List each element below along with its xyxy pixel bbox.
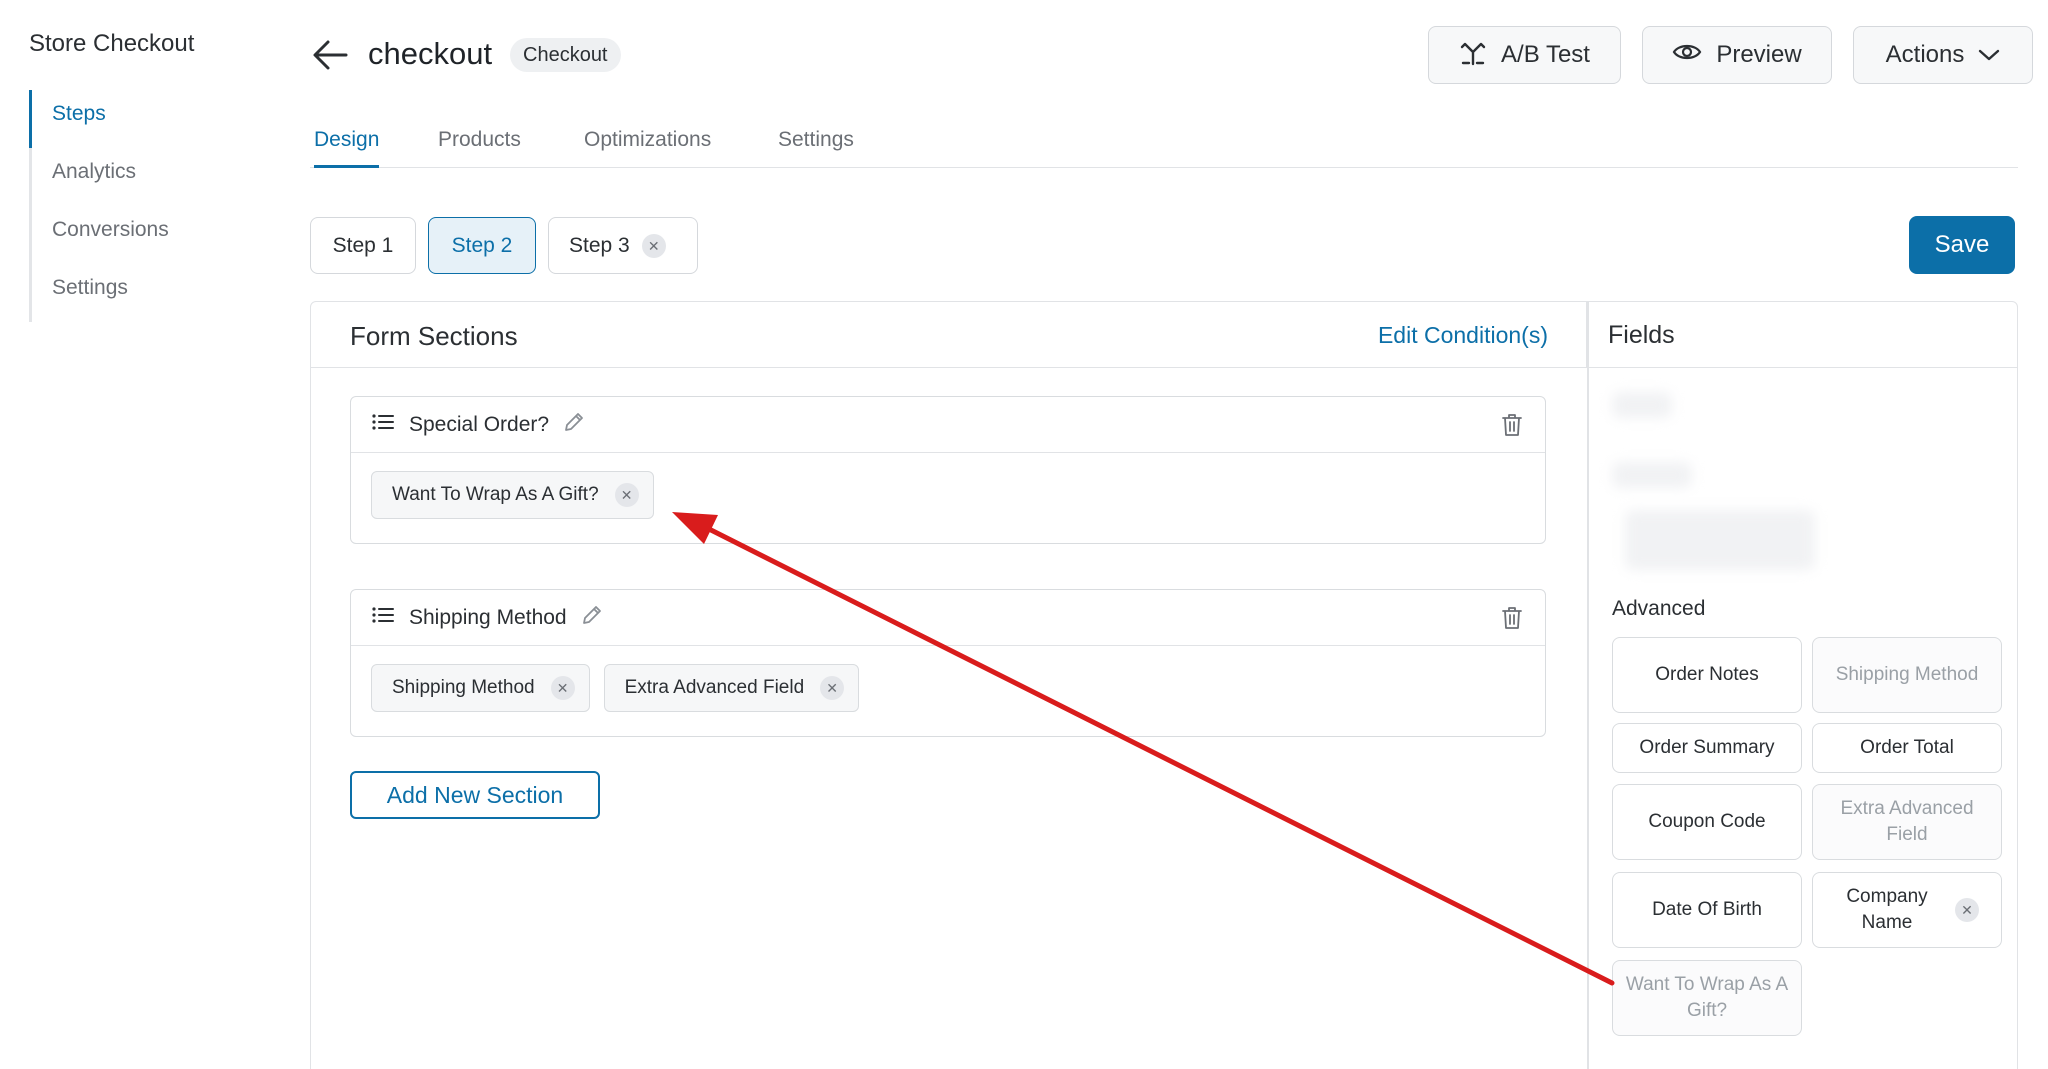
sidebar-item-steps[interactable]: Steps [29,90,229,148]
step-1-pill[interactable]: Step 1 [310,217,416,274]
field-chip-gift-wrap[interactable]: Want To Wrap As A Gift? ✕ [371,471,654,519]
sidebar-item-analytics[interactable]: Analytics [29,148,229,206]
drag-handle-icon[interactable] [371,605,395,630]
field-chip-extra-advanced[interactable]: Extra Advanced Field ✕ [603,664,860,712]
pencil-icon[interactable] [563,411,585,438]
field-label: Company Name [1846,886,1928,933]
close-icon[interactable]: ✕ [1955,898,1979,922]
ab-test-label: A/B Test [1501,41,1590,68]
page-title: checkout [368,36,493,71]
section-body: Want To Wrap As A Gift? ✕ [351,453,1545,543]
chevron-down-icon [1978,41,2000,69]
preview-button[interactable]: Preview [1642,26,1832,84]
field-coupon-code[interactable]: Coupon Code [1612,784,1802,860]
trash-icon[interactable] [1501,606,1523,635]
field-extra-advanced: Extra Advanced Field [1812,784,2002,860]
chip-label: Want To Wrap As A Gift? [392,484,599,505]
section-name: Shipping Method [409,605,567,629]
drag-handle-icon[interactable] [371,412,395,437]
store-title: Store Checkout [29,30,195,57]
field-shipping-method: Shipping Method [1812,637,2002,713]
close-icon[interactable]: ✕ [550,676,575,700]
step-2-pill[interactable]: Step 2 [428,217,536,274]
status-badge: Checkout [510,38,621,72]
step-label: Step 3 [569,233,630,257]
trash-icon[interactable] [1501,413,1523,442]
close-icon[interactable]: ✕ [641,233,666,258]
edit-conditions-link[interactable]: Edit Condition(s) [1378,322,1548,349]
field-order-notes[interactable]: Order Notes [1612,637,1802,713]
form-section-shipping-method: Shipping Method Shipping Method ✕ Extra … [350,589,1546,737]
save-button[interactable]: Save [1909,216,2015,274]
sidebar-item-conversions[interactable]: Conversions [29,206,229,264]
tab-products[interactable]: Products [438,128,521,168]
form-section-special-order: Special Order? Want To Wrap As A Gift? ✕ [350,396,1546,544]
field-gift-wrap: Want To Wrap As A Gift? [1612,960,1802,1036]
section-header: Shipping Method [351,590,1545,646]
section-body: Shipping Method ✕ Extra Advanced Field ✕ [351,646,1545,736]
tab-design[interactable]: Design [314,128,380,168]
blurred-field [1625,510,1815,570]
step-label: Step 2 [451,233,513,257]
advanced-label: Advanced [1612,597,1706,620]
sidebar-nav: Steps Analytics Conversions Settings [29,90,229,322]
add-new-section-button[interactable]: Add New Section [350,771,600,819]
fields-title: Fields [1608,321,1675,349]
sidebar-item-settings[interactable]: Settings [29,264,229,322]
tab-bar: Design Products Optimizations Settings [310,120,2018,168]
ab-test-button[interactable]: A/B Test [1428,26,1621,84]
chip-label: Shipping Method [392,677,535,698]
step-3-pill[interactable]: Step 3 ✕ [548,217,698,274]
eye-icon [1672,41,1702,70]
field-order-total[interactable]: Order Total [1812,723,2002,773]
form-sections-title: Form Sections [350,321,518,351]
tab-settings[interactable]: Settings [778,128,854,168]
arrow-left-icon[interactable] [312,38,348,72]
close-icon[interactable]: ✕ [614,483,639,507]
chip-label: Extra Advanced Field [624,677,805,698]
panel-divider [1587,302,1589,1069]
tab-optimizations[interactable]: Optimizations [584,128,711,168]
step-label: Step 1 [332,233,394,257]
preview-label: Preview [1716,41,1802,68]
pencil-icon[interactable] [581,604,603,631]
section-header: Special Order? [351,397,1545,453]
field-order-summary[interactable]: Order Summary [1612,723,1802,773]
sidebar: Store Checkout Steps Analytics Conversio… [0,0,300,1069]
section-name: Special Order? [409,412,550,436]
field-chip-shipping-method[interactable]: Shipping Method ✕ [371,664,590,712]
split-icon [1459,38,1487,73]
blurred-field [1612,462,1692,488]
actions-dropdown[interactable]: Actions [1853,26,2033,84]
blurred-field [1612,392,1672,418]
close-icon[interactable]: ✕ [820,676,845,700]
fields-header: Fields [1589,302,2017,368]
actions-label: Actions [1885,41,1965,68]
field-date-of-birth[interactable]: Date Of Birth [1612,872,1802,948]
field-company-name[interactable]: Company Name ✕ [1812,872,2002,948]
form-sections-header: Form Sections Edit Condition(s) [311,302,1587,368]
